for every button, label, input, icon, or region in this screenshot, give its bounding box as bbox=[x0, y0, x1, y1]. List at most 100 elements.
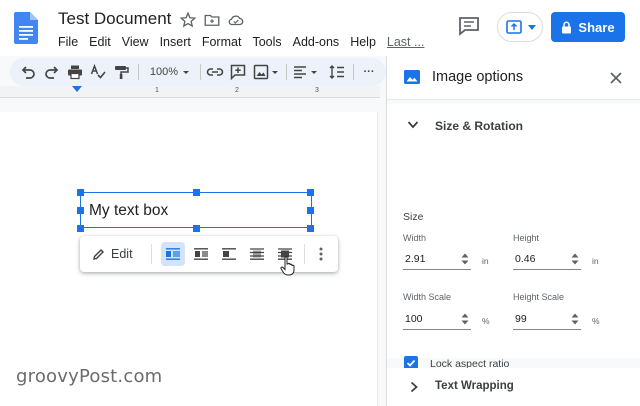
comment-history-icon[interactable] bbox=[458, 16, 480, 36]
edit-image-button[interactable]: Edit bbox=[92, 244, 133, 264]
height-label: Height bbox=[513, 233, 540, 243]
width-scale-label: Width Scale bbox=[403, 292, 452, 302]
insert-image-icon[interactable] bbox=[253, 62, 269, 82]
size-rotation-header[interactable]: Size & Rotation bbox=[387, 104, 640, 148]
caret-down-icon bbox=[528, 25, 536, 30]
toolbar-divider bbox=[286, 64, 287, 80]
height-scale-value[interactable]: 99 bbox=[515, 313, 527, 325]
mouse-cursor-icon bbox=[280, 256, 295, 276]
text-wrapping-section[interactable]: Text Wrapping bbox=[387, 368, 640, 406]
more-tools-button[interactable]: ··· bbox=[358, 62, 380, 82]
text-wrapping-title: Text Wrapping bbox=[435, 380, 514, 392]
menu-help[interactable]: Help bbox=[350, 35, 376, 49]
redo-icon[interactable] bbox=[44, 62, 60, 82]
paint-format-icon[interactable] bbox=[113, 62, 129, 82]
stepper-icon[interactable] bbox=[571, 312, 579, 326]
toolbar-divider bbox=[353, 64, 354, 80]
resize-handle[interactable] bbox=[307, 207, 314, 214]
add-comment-icon[interactable] bbox=[230, 62, 246, 82]
print-icon[interactable] bbox=[67, 62, 83, 82]
horizontal-ruler[interactable]: 1 2 3 bbox=[0, 86, 380, 98]
height-scale-field[interactable]: 99 bbox=[513, 310, 581, 330]
behind-text-icon bbox=[250, 248, 264, 260]
chevron-right-icon bbox=[410, 381, 418, 393]
toolbar-divider bbox=[200, 64, 201, 80]
inline-icon bbox=[166, 248, 180, 260]
menu-format[interactable]: Format bbox=[202, 35, 242, 49]
pencil-icon bbox=[93, 248, 104, 260]
size-label: Size bbox=[403, 211, 424, 223]
toolbar-divider bbox=[304, 244, 305, 264]
width-label: Width bbox=[403, 233, 427, 243]
height-field[interactable]: 0.46 bbox=[513, 250, 581, 270]
zoom-select[interactable]: 100% bbox=[148, 62, 180, 82]
resize-handle[interactable] bbox=[77, 189, 84, 196]
zoom-caret-icon[interactable] bbox=[182, 62, 190, 82]
chevron-down-icon bbox=[407, 121, 419, 129]
text-box-content[interactable]: My text box bbox=[89, 202, 168, 220]
align-caret-icon[interactable] bbox=[310, 62, 318, 82]
cloud-status-icon[interactable] bbox=[227, 11, 245, 29]
resize-handle[interactable] bbox=[77, 207, 84, 214]
star-icon[interactable] bbox=[179, 11, 197, 29]
close-icon[interactable] bbox=[609, 71, 623, 85]
indent-marker-icon[interactable] bbox=[72, 86, 82, 92]
undo-icon[interactable] bbox=[20, 62, 36, 82]
menu-tools[interactable]: Tools bbox=[252, 35, 281, 49]
menu-edit[interactable]: Edit bbox=[89, 35, 111, 49]
ruler-label: 2 bbox=[235, 87, 239, 94]
panel-title: Image options bbox=[432, 69, 524, 85]
panel-header: Image options bbox=[387, 56, 640, 100]
spellcheck-icon[interactable] bbox=[90, 62, 106, 82]
resize-handle[interactable] bbox=[307, 189, 314, 196]
size-rotation-title: Size & Rotation bbox=[435, 119, 524, 133]
height-value[interactable]: 0.46 bbox=[515, 253, 535, 265]
resize-handle[interactable] bbox=[307, 225, 314, 232]
wrap-inline-button[interactable] bbox=[161, 242, 185, 266]
width-value[interactable]: 2.91 bbox=[405, 253, 425, 265]
edit-label: Edit bbox=[111, 247, 133, 261]
present-button[interactable] bbox=[497, 12, 543, 42]
menu-addons[interactable]: Add-ons bbox=[293, 35, 340, 49]
insert-link-icon[interactable] bbox=[206, 62, 224, 82]
height-unit: in bbox=[592, 256, 599, 266]
image-options-panel: Image options Size & Rotation Size Width… bbox=[386, 56, 640, 406]
formatting-toolbar: 100% ··· bbox=[10, 58, 386, 86]
behind-text-button[interactable] bbox=[245, 242, 269, 266]
wrap-text-button[interactable] bbox=[189, 242, 213, 266]
stepper-icon[interactable] bbox=[461, 312, 469, 326]
document-title[interactable]: Test Document bbox=[58, 9, 171, 29]
break-text-button[interactable] bbox=[217, 242, 241, 266]
resize-handle[interactable] bbox=[193, 225, 200, 232]
ruler-label: 3 bbox=[315, 87, 319, 94]
toolbar-divider bbox=[138, 64, 139, 80]
image-options-toolbar: Edit bbox=[80, 236, 338, 276]
share-button[interactable]: Share bbox=[551, 12, 625, 42]
selected-text-box[interactable]: My text box bbox=[77, 189, 314, 232]
width-scale-value[interactable]: 100 bbox=[405, 313, 423, 325]
resize-handle[interactable] bbox=[77, 225, 84, 232]
app-header: Test Document File Edit View Insert Form… bbox=[0, 0, 640, 56]
menu-view[interactable]: View bbox=[122, 35, 149, 49]
align-left-icon[interactable] bbox=[292, 62, 308, 82]
ruler-label: 1 bbox=[155, 87, 159, 94]
line-spacing-icon[interactable] bbox=[329, 62, 345, 82]
resize-handle[interactable] bbox=[193, 189, 200, 196]
move-folder-icon[interactable] bbox=[203, 11, 221, 29]
stepper-icon[interactable] bbox=[571, 252, 579, 266]
image-caret-icon[interactable] bbox=[271, 62, 279, 82]
height-scale-unit: % bbox=[592, 316, 600, 326]
height-scale-label: Height Scale bbox=[513, 292, 565, 302]
stepper-icon[interactable] bbox=[461, 252, 469, 266]
menu-file[interactable]: File bbox=[58, 35, 78, 49]
width-field[interactable]: 2.91 bbox=[403, 250, 471, 270]
checkmark-icon bbox=[406, 359, 416, 367]
more-options-icon[interactable] bbox=[315, 244, 327, 264]
width-scale-field[interactable]: 100 bbox=[403, 310, 471, 330]
toolbar-divider bbox=[151, 244, 152, 264]
last-edit-link[interactable]: Last ... bbox=[387, 35, 425, 49]
docs-logo-icon[interactable] bbox=[14, 12, 38, 44]
lock-icon bbox=[562, 21, 572, 33]
menu-insert[interactable]: Insert bbox=[160, 35, 191, 49]
present-icon bbox=[506, 20, 522, 34]
